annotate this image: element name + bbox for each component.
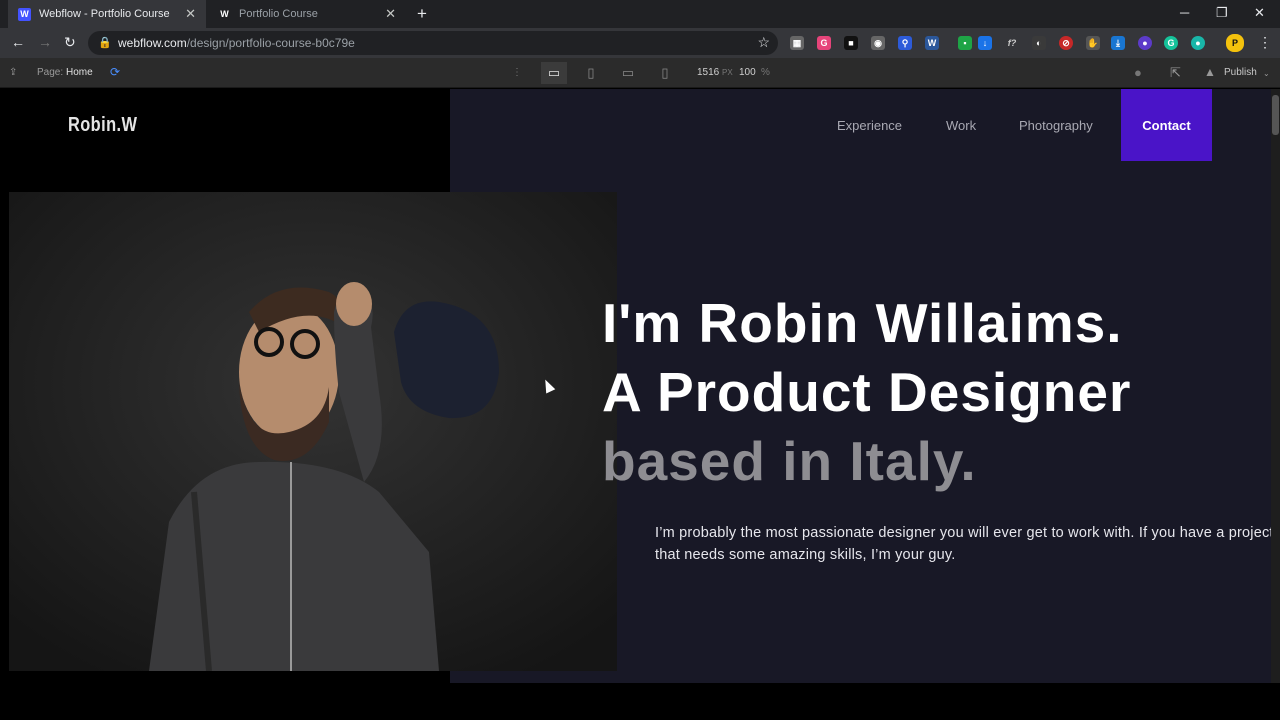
- profile-avatar[interactable]: P: [1226, 34, 1244, 52]
- minimize-icon[interactable]: ─: [1180, 5, 1189, 20]
- extension-g-icon[interactable]: G: [817, 36, 831, 50]
- tab-title: Webflow - Portfolio Course: [39, 8, 170, 20]
- page-selector[interactable]: Home: [66, 67, 93, 78]
- mobile-landscape-breakpoint-icon[interactable]: ▭: [615, 62, 641, 84]
- grammarly-extension-icon[interactable]: G: [1164, 36, 1178, 50]
- canvas-bottom-left: [9, 671, 450, 683]
- back-icon[interactable]: ←: [11, 34, 25, 50]
- canvas-width-unit: PX: [722, 68, 733, 77]
- bookmark-star-icon[interactable]: ☆: [757, 34, 770, 51]
- hero-portrait-image: [9, 192, 617, 671]
- extension-icon[interactable]: ◐: [1032, 36, 1046, 50]
- hero-heading-line-3: based in Italy.: [602, 430, 977, 492]
- site-logo[interactable]: Robin.W: [68, 114, 137, 137]
- close-tab-icon[interactable]: ✕: [185, 7, 196, 21]
- share-icon[interactable]: ⇱: [1170, 65, 1181, 81]
- desktop-breakpoint-icon[interactable]: ▭: [541, 62, 567, 84]
- designer-canvas[interactable]: Robin.W Experience Work Photography Cont…: [9, 89, 1271, 683]
- canvas-width-value: 1516: [697, 67, 720, 78]
- hero-heading-line-1: I'm Robin Willaims.: [602, 292, 1123, 354]
- more-options-icon[interactable]: ⋮: [512, 67, 522, 78]
- hero-intro-paragraph: I’m probably the most passionate designe…: [655, 525, 1271, 563]
- sync-icon[interactable]: ⟳: [110, 65, 120, 79]
- camera-extension-icon[interactable]: ◉: [871, 36, 885, 50]
- nav-contact-button[interactable]: Contact: [1121, 89, 1212, 161]
- nav-link-experience[interactable]: Experience: [837, 118, 902, 133]
- extension-icon[interactable]: ✋: [1086, 36, 1100, 50]
- extension-icon[interactable]: ⤓: [1111, 36, 1125, 50]
- forward-icon[interactable]: →: [38, 34, 52, 50]
- hero-heading-line-2: A Product Designer: [602, 361, 1132, 423]
- tab-title: Portfolio Course: [239, 8, 318, 20]
- extension-icon[interactable]: ▪: [958, 36, 972, 50]
- word-extension-icon[interactable]: W: [925, 36, 939, 50]
- tablet-breakpoint-icon[interactable]: ▯: [578, 62, 604, 84]
- browser-tab-webflow[interactable]: W Webflow - Portfolio Course ✕: [8, 0, 206, 28]
- extension-icon[interactable]: ▦: [790, 36, 804, 50]
- reload-icon[interactable]: ↻: [64, 34, 76, 51]
- zoom-value: 100: [739, 67, 756, 78]
- browser-tab-portfolio[interactable]: W Portfolio Course ✕: [208, 0, 406, 28]
- zoom-unit: %: [761, 67, 770, 78]
- url-field[interactable]: 🔒 webflow.com/design/portfolio-course-b0…: [88, 31, 778, 55]
- address-bar: ← → ↻ 🔒 webflow.com/design/portfolio-cou…: [0, 28, 1280, 58]
- browser-menu-icon[interactable]: ⋮: [1258, 34, 1272, 51]
- browser-tab-strip: W Webflow - Portfolio Course ✕ W Portfol…: [0, 0, 1280, 28]
- lock-icon: 🔒: [98, 37, 112, 49]
- canvas-bottom-right: [450, 671, 1271, 683]
- webflow-favicon-icon: W: [218, 7, 231, 21]
- comments-icon[interactable]: ●: [1134, 65, 1142, 80]
- page-label: Page:: [37, 67, 64, 78]
- download-extension-icon[interactable]: ↓: [978, 36, 992, 50]
- maximize-icon[interactable]: ❐: [1216, 5, 1228, 21]
- chevron-down-icon[interactable]: ⌄: [1263, 69, 1270, 78]
- window-close-icon[interactable]: ✕: [1254, 5, 1265, 21]
- extension-icon[interactable]: ⚲: [898, 36, 912, 50]
- scrollbar-thumb[interactable]: [1272, 95, 1279, 135]
- close-tab-icon[interactable]: ✕: [385, 7, 396, 21]
- designer-toolbar: ⇪ Page: Home ⟳ ⋮ ▭ ▯ ▭ ▯ 1516 PX 100 % ●…: [0, 58, 1280, 88]
- export-icon[interactable]: ⇪: [9, 67, 17, 78]
- url-text: webflow.com/design/portfolio-course-b0c7…: [118, 36, 355, 50]
- webflow-favicon-icon: W: [18, 7, 31, 21]
- extension-icon[interactable]: ⊘: [1059, 36, 1073, 50]
- nav-link-photography[interactable]: Photography: [1019, 118, 1093, 133]
- extension-icon[interactable]: ●: [1138, 36, 1152, 50]
- canvas-scrollbar[interactable]: [1271, 89, 1280, 683]
- formula-extension-icon[interactable]: f?: [1005, 36, 1019, 50]
- extension-icon[interactable]: ■: [844, 36, 858, 50]
- publish-rocket-icon: ▲: [1204, 65, 1216, 79]
- portrait-illustration: [9, 192, 617, 671]
- nav-link-work[interactable]: Work: [946, 118, 976, 133]
- new-tab-icon[interactable]: +: [417, 5, 427, 23]
- publish-button[interactable]: Publish: [1224, 67, 1257, 78]
- extension-icon[interactable]: ●: [1191, 36, 1205, 50]
- mobile-portrait-breakpoint-icon[interactable]: ▯: [652, 62, 678, 84]
